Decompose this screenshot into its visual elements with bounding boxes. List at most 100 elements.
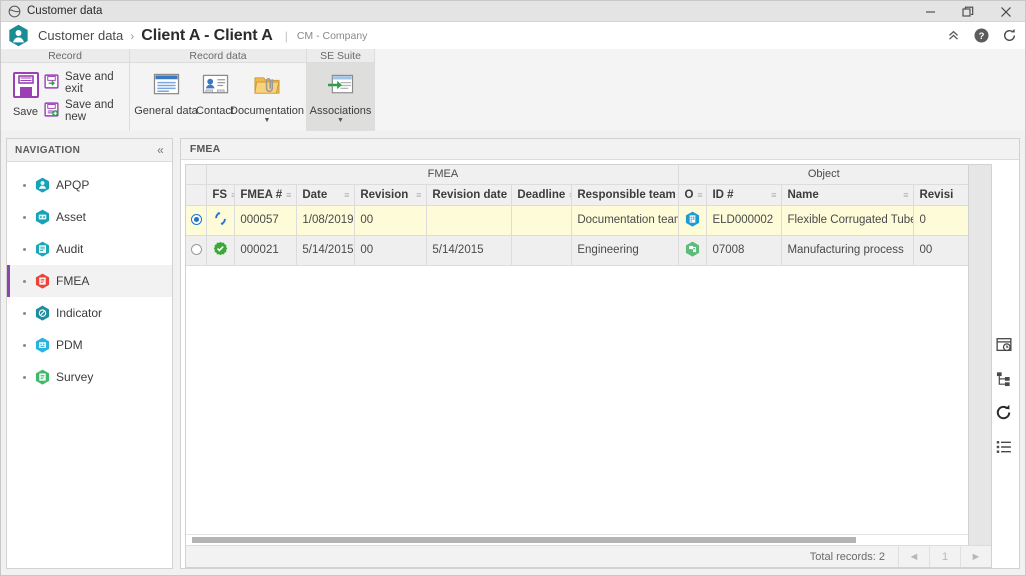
navigation-list: APQP Asset Audit FMEA Indicator PDM Surv… xyxy=(7,162,172,393)
save-button[interactable]: Save xyxy=(7,67,44,118)
history-window-icon[interactable] xyxy=(995,336,1012,353)
contact-card-icon xyxy=(202,73,229,101)
tab-fmea[interactable]: FMEA xyxy=(190,143,221,155)
minimize-icon[interactable] xyxy=(911,1,949,22)
cell-deadline xyxy=(511,205,573,236)
approved-gear-icon xyxy=(213,241,228,259)
group-header-object: Object xyxy=(678,165,968,185)
svg-text:?: ? xyxy=(978,31,984,42)
refresh-icon[interactable] xyxy=(1001,28,1017,44)
column-header-name[interactable]: Name ≡ xyxy=(781,184,915,206)
sidebar-item-label: Audit xyxy=(56,242,84,256)
cell-name: Flexible Corrugated Tubes xyxy=(781,205,915,236)
cell-object-icon xyxy=(678,235,708,266)
bullet-icon xyxy=(23,279,26,283)
table-row[interactable]: 000057 1/08/2019 00 Documentation team E… xyxy=(185,205,968,236)
header-divider: | xyxy=(284,28,288,43)
sidebar-item-asset[interactable]: Asset xyxy=(7,201,172,233)
page-title: Client A - Client A xyxy=(141,26,273,44)
column-header-revision[interactable]: Revision ≡ xyxy=(354,184,428,206)
sort-icon[interactable]: ≡ xyxy=(697,190,702,200)
sidebar-item-pdm[interactable]: PDM xyxy=(7,329,172,361)
asset-hexagon-icon xyxy=(35,209,50,225)
previous-page-button[interactable]: ◄ xyxy=(898,545,929,567)
table-row[interactable]: 000021 5/14/2015 00 5/14/2015 Engineerin… xyxy=(185,235,968,266)
save-and-exit-button[interactable]: Save and exit xyxy=(44,71,123,95)
sort-icon[interactable]: ≡ xyxy=(286,190,291,200)
sidebar-item-label: Indicator xyxy=(56,306,103,320)
chevron-down-icon[interactable]: ▼ xyxy=(264,117,271,124)
column-header-responsible-team[interactable]: Responsible team≡ xyxy=(571,184,680,206)
general-data-button[interactable]: General data xyxy=(134,69,198,117)
breadcrumb-root[interactable]: Customer data xyxy=(38,28,123,43)
sidebar-item-label: FMEA xyxy=(56,274,90,288)
column-header-o[interactable]: O ≡ xyxy=(678,184,708,206)
save-exit-icon xyxy=(44,74,59,92)
save-and-new-button[interactable]: Save and new xyxy=(44,99,123,123)
row-radio-button[interactable] xyxy=(190,214,202,226)
sidebar-item-label: Asset xyxy=(56,210,87,224)
contact-button[interactable]: Contact xyxy=(196,69,234,117)
row-select-cell[interactable] xyxy=(185,235,208,266)
column-header-id-no[interactable]: ID # ≡ xyxy=(706,184,783,206)
save-floppy-icon xyxy=(11,70,41,103)
refresh-icon[interactable] xyxy=(995,404,1012,421)
sort-icon[interactable]: ≡ xyxy=(344,190,349,200)
sidebar-item-audit[interactable]: Audit xyxy=(7,233,172,265)
documentation-button[interactable]: Documentation ▼ xyxy=(230,69,304,124)
sidebar-item-indicator[interactable]: Indicator xyxy=(7,297,172,329)
column-header-fs[interactable]: FS≡ xyxy=(206,184,236,206)
cell-responsible-team: Documentation team xyxy=(571,205,680,236)
associations-grid: FMEA Object FS≡ FMEA #≡ Date≡ Revision≡ xyxy=(184,164,992,568)
column-header-object-revision[interactable]: Revisi xyxy=(913,184,968,206)
row-radio-button[interactable] xyxy=(190,244,202,256)
window-controls xyxy=(911,1,1025,22)
sidebar-item-fmea[interactable]: FMEA xyxy=(7,265,172,297)
grid-vertical-scrollbar[interactable] xyxy=(968,165,991,545)
group-header-blank xyxy=(185,165,208,185)
sort-icon[interactable]: ≡ xyxy=(416,190,421,200)
ribbon-toolbar: Record Save Save and exit Save and new R… xyxy=(1,49,1025,131)
row-status-cell xyxy=(206,235,236,266)
sort-icon[interactable]: ≡ xyxy=(231,190,234,200)
current-page-number[interactable]: 1 xyxy=(929,545,960,567)
sort-icon[interactable]: ≡ xyxy=(771,190,776,200)
row-select-cell[interactable] xyxy=(185,205,208,236)
close-icon[interactable] xyxy=(987,1,1025,22)
next-page-button[interactable]: ► xyxy=(960,545,991,567)
save-button-label: Save xyxy=(12,106,39,118)
content-area: NAVIGATION « APQP Asset Audit FMEA Indic… xyxy=(1,132,1025,575)
general-data-icon xyxy=(153,73,180,101)
column-header-fmea-no[interactable]: FMEA # ≡ xyxy=(234,184,298,206)
column-header-date[interactable]: Date ≡ xyxy=(296,184,356,206)
grid-horizontal-scrollbar[interactable] xyxy=(185,534,968,545)
cell-revision-date xyxy=(426,205,513,236)
globe-icon xyxy=(8,5,21,18)
ribbon-group-record-title: Record xyxy=(1,49,129,63)
chevron-down-icon[interactable]: ▼ xyxy=(337,117,344,124)
sidebar-item-survey[interactable]: Survey xyxy=(7,361,172,393)
column-header-deadline[interactable]: Deadline≡ xyxy=(511,184,573,206)
help-icon[interactable]: ? xyxy=(973,28,989,44)
collapse-sidebar-icon[interactable]: « xyxy=(157,143,164,157)
breadcrumb-separator-icon: › xyxy=(130,28,135,43)
ribbon-group-record: Record Save Save and exit Save and new xyxy=(1,49,130,131)
grid-empty-space xyxy=(186,266,968,535)
bullet-icon xyxy=(23,343,26,347)
column-header-revision-date[interactable]: Revision date≡ xyxy=(426,184,513,206)
audit-hexagon-icon xyxy=(35,241,50,257)
header-subtitle: CM - Company xyxy=(296,29,368,42)
sidebar-item-label: Survey xyxy=(56,370,94,384)
list-view-icon[interactable] xyxy=(995,438,1012,455)
title-bar: Customer data xyxy=(1,1,1025,22)
restore-icon[interactable] xyxy=(949,1,987,22)
total-records-label: Total records: 2 xyxy=(809,550,885,563)
hierarchy-tree-icon[interactable] xyxy=(995,370,1012,387)
grid-header-row: FS≡ FMEA #≡ Date≡ Revision≡ Revision dat… xyxy=(185,184,968,206)
associations-button[interactable]: Associations ▼ xyxy=(310,69,371,124)
sidebar-item-apqp[interactable]: APQP xyxy=(7,169,172,201)
in-revision-cycle-icon xyxy=(213,212,228,229)
collapse-ribbon-icon[interactable] xyxy=(945,28,961,44)
sort-icon[interactable]: ≡ xyxy=(903,190,908,200)
scrollbar-thumb[interactable] xyxy=(191,537,856,543)
